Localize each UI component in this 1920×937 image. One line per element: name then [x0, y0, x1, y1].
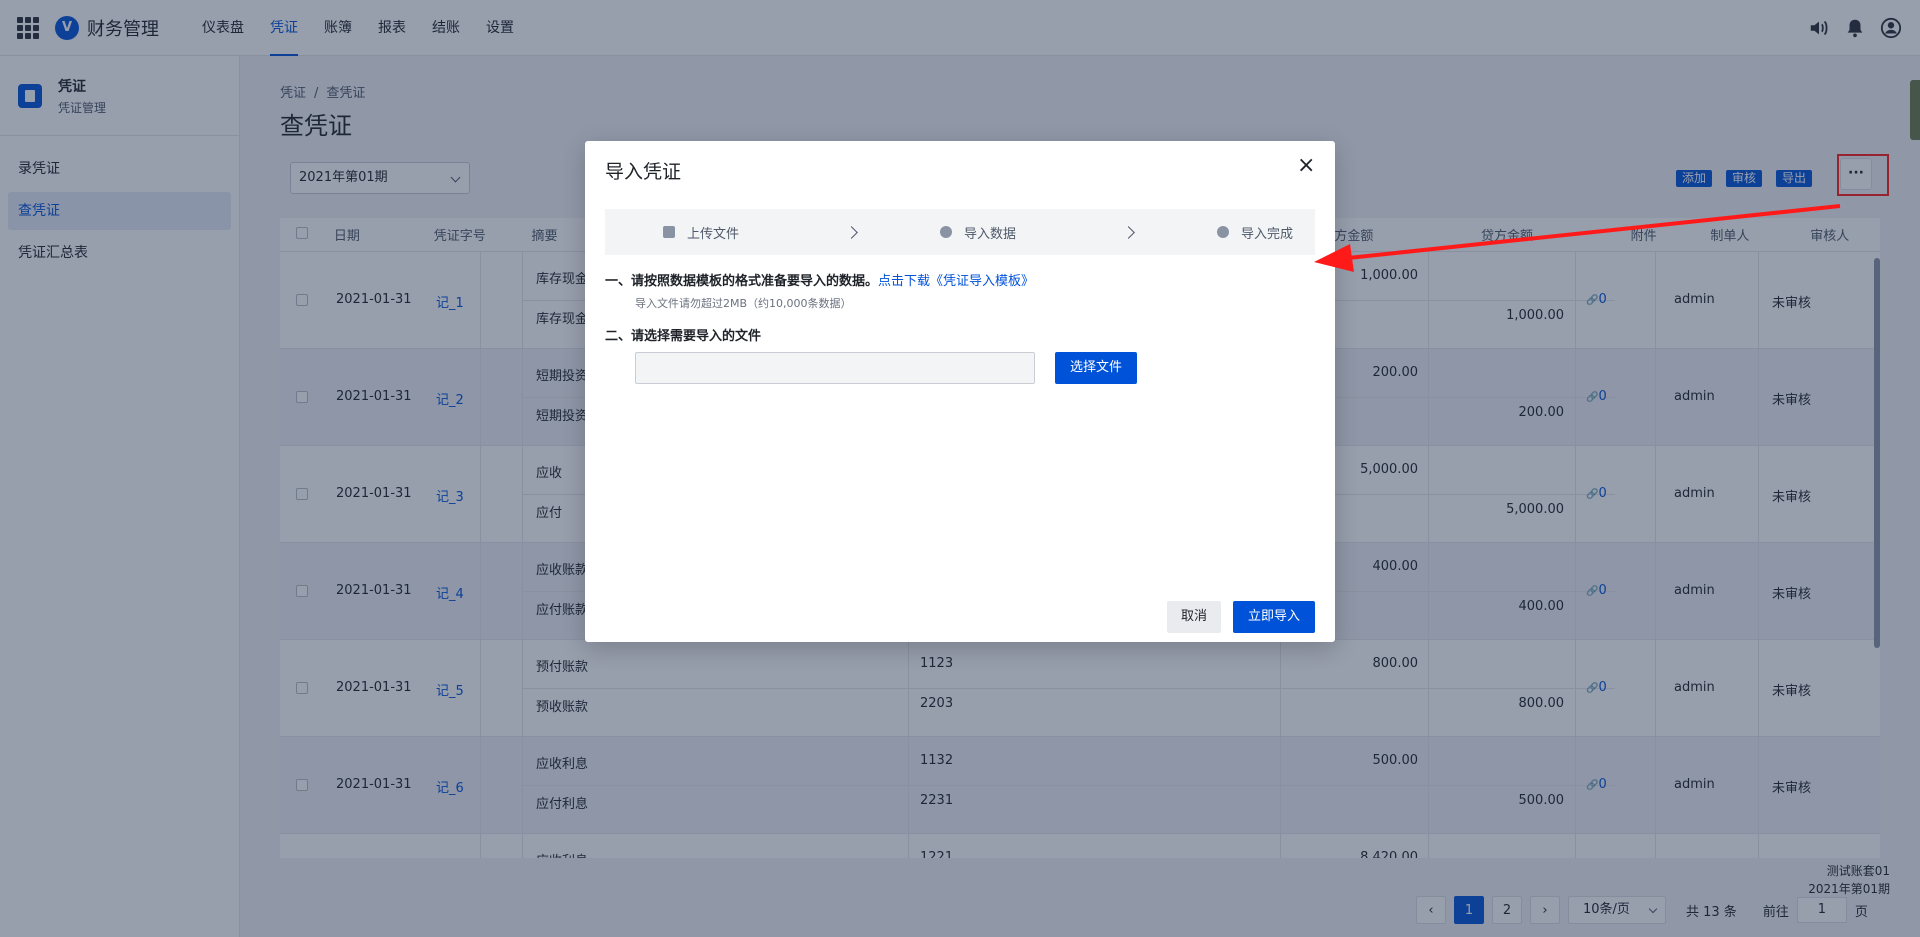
chevron-right-icon	[1122, 225, 1135, 239]
download-template-link[interactable]: 点击下载《凭证导入模板》	[878, 274, 1034, 289]
close-icon[interactable]: ×	[1297, 155, 1315, 177]
instruction-step-two: 二、请选择需要导入的文件	[605, 329, 762, 344]
step-import-data: 导入数据	[940, 223, 1016, 242]
step-upload: 上传文件	[663, 223, 739, 242]
step-complete-label: 导入完成	[1241, 226, 1294, 242]
step-import-data-label: 导入数据	[964, 226, 1017, 242]
chevron-right-icon	[845, 225, 858, 239]
cancel-button[interactable]: 取消	[1167, 601, 1221, 633]
file-path-input[interactable]	[635, 352, 1035, 384]
check-circle-icon	[1217, 226, 1230, 238]
file-size-hint: 导入文件请勿超过2MB（约10,000条数据）	[635, 297, 852, 310]
instruction-step-one-text: 一、请按照数据模板的格式准备要导入的数据。	[605, 274, 879, 289]
folder-upload-icon	[663, 226, 675, 238]
select-file-button[interactable]: 选择文件	[1055, 352, 1137, 384]
step-upload-label: 上传文件	[687, 226, 740, 242]
dialog-title: 导入凭证	[605, 161, 682, 183]
cloud-upload-icon	[940, 226, 953, 238]
instruction-step-one: 一、请按照数据模板的格式准备要导入的数据。点击下载《凭证导入模板》	[605, 270, 1034, 289]
step-complete: 导入完成	[1217, 223, 1293, 242]
import-steps: 上传文件 导入数据 导入完成	[605, 209, 1315, 255]
import-now-button[interactable]: 立即导入	[1233, 601, 1315, 633]
import-voucher-dialog: 导入凭证 × 上传文件 导入数据 导入完成 一、请按照数据模板的格式准备要导入的…	[585, 141, 1335, 642]
